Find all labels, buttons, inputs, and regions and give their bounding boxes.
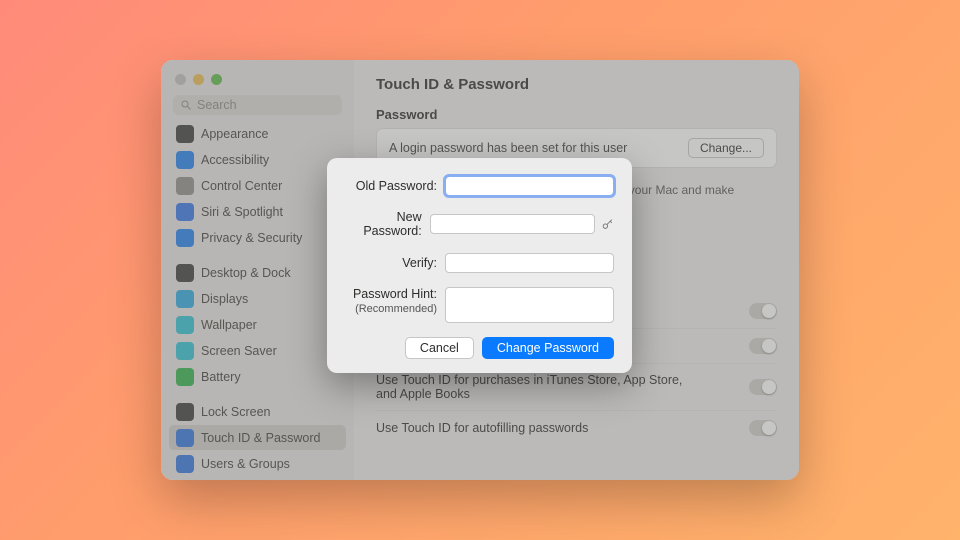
cancel-button[interactable]: Cancel bbox=[405, 337, 474, 359]
new-password-label: New Password: bbox=[345, 210, 422, 239]
change-password-submit[interactable]: Change Password bbox=[482, 337, 614, 359]
old-password-input[interactable] bbox=[445, 176, 614, 196]
password-hint-input[interactable] bbox=[445, 287, 614, 323]
verify-password-input[interactable] bbox=[445, 253, 614, 273]
old-password-label: Old Password: bbox=[345, 179, 437, 193]
verify-label: Verify: bbox=[345, 256, 437, 270]
key-icon[interactable] bbox=[601, 216, 614, 232]
hint-label: Password Hint: (Recommended) bbox=[345, 287, 437, 316]
change-password-dialog: Old Password: New Password: Verify: Pass… bbox=[327, 158, 632, 373]
new-password-input[interactable] bbox=[430, 214, 595, 234]
